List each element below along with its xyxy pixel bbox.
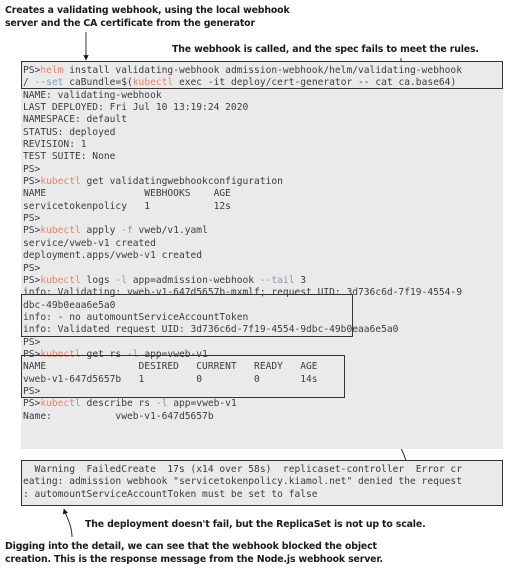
terminal-prompt: PS> [23, 225, 41, 237]
terminal-main-line: info: - no automountServiceAccountToken [23, 312, 503, 324]
terminal-arg: vweb/v1.yaml [132, 225, 208, 237]
terminal-output-text: service/vweb-v1 created [23, 237, 156, 249]
terminal-output-text: REVISION: 1 [23, 139, 87, 151]
terminal-main-line: NAME: validating-webhook [23, 90, 503, 102]
terminal-output-text: NAME DESIRED CURRENT READY AGE [23, 361, 318, 373]
terminal-prompt: PS> [23, 336, 41, 348]
terminal-main-line: NAME WEBHOOKS AGE [23, 188, 503, 200]
terminal-main-line: REVISION: 1 [23, 139, 503, 151]
terminal-main-line: service/vweb-v1 created [23, 238, 503, 250]
terminal-main-line: PS> [23, 263, 503, 275]
terminal-main-line: PS> [23, 164, 503, 176]
terminal-command: kubectl [40, 398, 81, 410]
terminal-warning-output[interactable]: Warning FailedCreate 17s (x14 over 58s) … [21, 461, 503, 505]
terminal-flag: --set [34, 77, 64, 89]
terminal-warning-line: eating: admission webhook "servicetokenp… [23, 476, 503, 488]
terminal-command: kubectl [40, 176, 81, 188]
terminal-flag: -f [121, 225, 133, 237]
terminal-main-line: PS>kubectl logs -l app=admission-webhook… [23, 275, 503, 287]
terminal-prompt: PS> [23, 398, 41, 410]
terminal-arg: app=vweb-v1 [167, 398, 237, 410]
terminal-prompt: PS> [23, 163, 41, 175]
terminal-arg: caBundle=$( [63, 77, 133, 89]
terminal-command: kubectl [40, 348, 81, 360]
terminal-command: kubectl [40, 225, 81, 237]
terminal-warning-line: Warning FailedCreate 17s (x14 over 58s) … [23, 464, 503, 476]
terminal-main-line: LAST DEPLOYED: Fri Jul 10 13:19:24 2020 [23, 102, 503, 114]
terminal-command: kubectl [132, 77, 174, 89]
terminal-continuation: / [23, 77, 35, 89]
terminal-main-line: info: Validated request UID: 3d736c6d-7f… [23, 324, 503, 336]
terminal-flag: -l [155, 398, 168, 410]
terminal-output-text: servicetokenpolicy 1 12s [23, 200, 231, 212]
terminal-prompt: PS> [23, 385, 41, 397]
terminal-main-line: / --set caBundle=$(kubectl exec -it depl… [23, 77, 503, 89]
terminal-main-line: PS>helm install validating-webhook admis… [23, 65, 503, 77]
terminal-main-line: STATUS: deployed [23, 127, 503, 139]
terminal-prompt: PS> [23, 176, 41, 188]
terminal-output-text: info: Validating: vweb-v1-647d5657b-mxml… [23, 287, 462, 299]
terminal-output-text: Name: vweb-v1-647d5657b [23, 410, 214, 422]
terminal-main-line: Name: vweb-v1-647d5657b [23, 411, 503, 423]
terminal-prompt: PS> [23, 213, 41, 225]
terminal-arg: app=vweb-v1 [138, 348, 208, 360]
terminal-prompt: PS> [23, 262, 41, 274]
terminal-output-text: deployment.apps/vweb-v1 created [23, 250, 203, 262]
terminal-main-line: vweb-v1-647d5657b 1 0 0 14s [23, 374, 503, 386]
terminal-arg: describe rs [80, 398, 156, 410]
terminal-main-line: PS> [23, 213, 503, 225]
terminal-prompt: PS> [23, 274, 41, 286]
terminal-flag: -l [115, 274, 127, 286]
terminal-main-line: deployment.apps/vweb-v1 created [23, 250, 503, 262]
terminal-main-line: PS>kubectl describe rs -l app=vweb-v1 [23, 398, 503, 410]
terminal-prompt: PS> [23, 348, 41, 360]
terminal-main-line: PS> [23, 337, 503, 349]
terminal-arg: app=admission-webhook [126, 274, 260, 286]
terminal-arg: exec -it deploy/cert-generator -- cat ca… [173, 77, 457, 89]
terminal-arg: logs [80, 274, 116, 286]
terminal-output-text: : automountServiceAccountToken must be s… [23, 488, 318, 500]
leader-warning [62, 508, 73, 538]
terminal-output-text: info: Validated request UID: 3d736c6d-7f… [23, 324, 399, 336]
terminal-main-line: info: Validating: vweb-v1-647d5657b-mxml… [23, 287, 503, 299]
terminal-output-text: NAMESPACE: default [23, 114, 127, 126]
caption-webhook-called: The webhook is called, and the spec fail… [172, 44, 479, 55]
terminal-main-line: servicetokenpolicy 1 12s [23, 201, 503, 213]
terminal-flag: --tail [259, 274, 295, 286]
terminal-arg: apply [80, 225, 122, 237]
terminal-output-text: info: - no automountServiceAccountToken [23, 311, 249, 323]
terminal-arg: 3 [294, 274, 307, 286]
terminal-prompt: PS> [23, 65, 41, 76]
terminal-output-text: dbc-49b0eaa6e5a0 [23, 299, 116, 311]
terminal-output-text: NAME WEBHOOKS AGE [23, 188, 231, 200]
terminal-output-text: vweb-v1-647d5657b 1 0 0 14s [23, 373, 318, 385]
terminal-output-text: LAST DEPLOYED: Fri Jul 10 13:19:24 2020 [23, 102, 249, 114]
terminal-output-text: STATUS: deployed [23, 126, 116, 138]
terminal-arg: get validatingwebhookconfiguration [80, 176, 283, 188]
terminal-main-line: NAME DESIRED CURRENT READY AGE [23, 361, 503, 373]
terminal-output-text: TEST SUITE: None [23, 151, 116, 163]
terminal-arg: get rs [80, 348, 127, 360]
terminal-command: helm [40, 65, 64, 76]
caption-webhook-creation: Creates a validating webhook, using the … [5, 5, 290, 29]
caption-replicaset-not-scaled: The deployment doesn't fail, but the Rep… [85, 519, 426, 530]
terminal-command: kubectl [40, 274, 81, 286]
terminal-flag: -l [126, 348, 139, 360]
terminal-main-output[interactable]: PS>helm install validating-webhook admis… [21, 62, 503, 449]
terminal-main-line: dbc-49b0eaa6e5a0 [23, 300, 503, 312]
terminal-output-text: Warning FailedCreate 17s (x14 over 58s) … [23, 464, 462, 475]
terminal-main-line: NAMESPACE: default [23, 114, 503, 126]
terminal-main-line: PS>kubectl apply -f vweb/v1.yaml [23, 225, 503, 237]
terminal-output-text: eating: admission webhook "servicetokenp… [23, 476, 462, 488]
terminal-main-line: PS>kubectl get validatingwebhookconfigur… [23, 176, 503, 188]
terminal-warning-line: : automountServiceAccountToken must be s… [23, 489, 503, 501]
terminal-output-text: NAME: validating-webhook [23, 89, 162, 101]
caption-webhook-blocked: Digging into the detail, we can see that… [5, 541, 383, 565]
terminal-main-line: TEST SUITE: None [23, 151, 503, 163]
terminal-main-line: PS>kubectl get rs -l app=vweb-v1 [23, 349, 503, 361]
terminal-main-line: PS> [23, 386, 503, 398]
terminal-arg: install validating-webhook admission-web… [63, 65, 462, 76]
